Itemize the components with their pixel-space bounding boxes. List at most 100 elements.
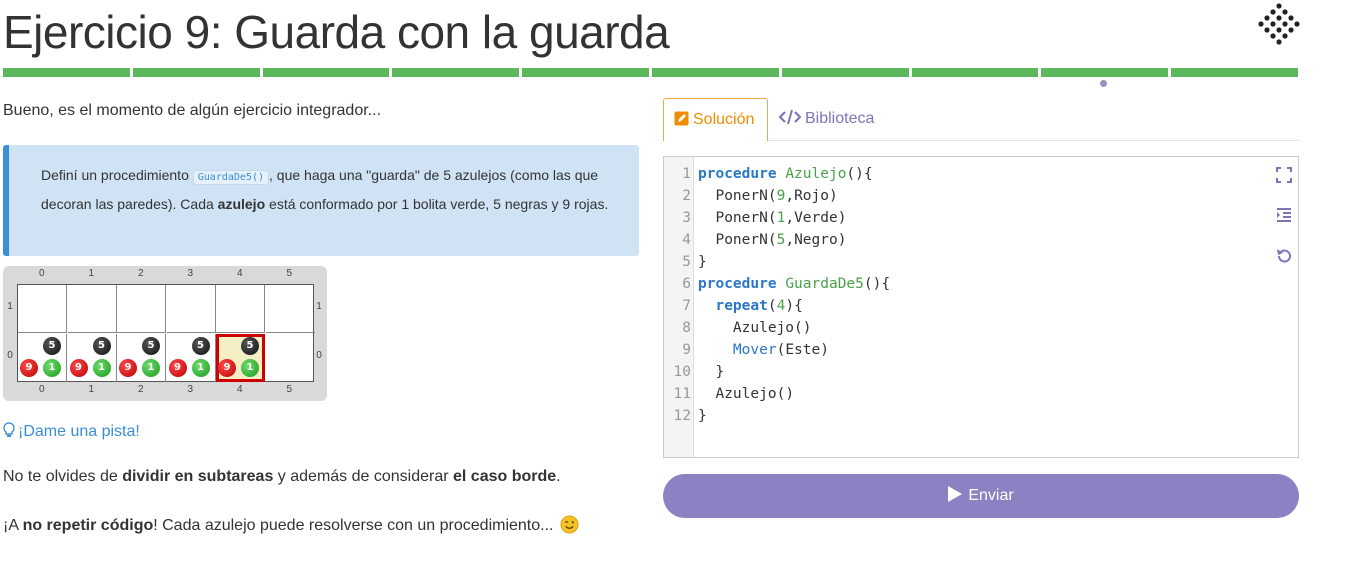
board-col-label: 0 [38, 384, 45, 395]
code-icon [779, 109, 801, 125]
progress-segment[interactable] [262, 68, 390, 77]
board-cell [67, 285, 117, 333]
code-text[interactable]: Azulejo() [691, 317, 812, 339]
code-text[interactable]: procedure Azulejo(){ [691, 163, 873, 185]
progress-segment[interactable] [522, 68, 649, 77]
board-row-label: 0 [7, 349, 13, 361]
progress-segment[interactable] [1041, 68, 1169, 77]
submit-label[interactable]: Enviar [968, 487, 1013, 504]
board-col-label: 1 [88, 384, 95, 395]
progress-bar[interactable] [3, 68, 1298, 77]
code-text[interactable]: procedure GuardaDe5(){ [691, 273, 890, 295]
red-ball: 9 [119, 358, 137, 377]
code-line[interactable]: 11 Azulejo() [664, 383, 1298, 405]
green-ball: 1 [241, 358, 259, 377]
tip-paragraph: No te olvides de dividir en subtareas y … [3, 468, 561, 486]
code-text[interactable]: PonerN(5,Negro) [691, 229, 846, 251]
code-text[interactable]: PonerN(9,Rojo) [691, 185, 837, 207]
line-number: 10 [673, 364, 691, 380]
progress-segment[interactable] [132, 68, 260, 77]
code-line[interactable]: 1 procedure Azulejo(){ [664, 163, 1298, 185]
line-number: 5 [682, 254, 691, 270]
procedure-code: GuardaDe5() [192, 170, 269, 185]
code-text[interactable]: repeat(4){ [691, 295, 802, 317]
black-ball: 5 [241, 336, 259, 355]
progress-segment[interactable] [3, 68, 130, 77]
hint-link[interactable]: ¡Dame una pista! [3, 422, 140, 441]
code-line[interactable]: 3 PonerN(1,Verde) [664, 207, 1298, 229]
board-row-label: 1 [316, 301, 322, 313]
progress-current-marker [1100, 80, 1107, 87]
tab-biblioteca[interactable]: Biblioteca [769, 98, 884, 141]
reset-icon[interactable] [1275, 247, 1293, 265]
lightbulb-icon [3, 422, 15, 437]
black-ball: 5 [191, 336, 210, 355]
red-ball: 9 [168, 358, 187, 377]
submit-button[interactable]: Enviar [663, 474, 1299, 518]
red-ball: 9 [218, 358, 236, 377]
line-number: 7 [682, 298, 691, 314]
progress-segment[interactable] [911, 68, 1039, 77]
code-editor[interactable]: 1 procedure Azulejo(){2 PonerN(9,Rojo) 3 P… [663, 156, 1299, 458]
tip-text: ! Cada azulejo puede resolverse con un p… [153, 517, 558, 534]
page-title: Ejercicio 9: Guarda con la guarda [3, 6, 670, 58]
code-line[interactable]: 4 PonerN(5,Negro) [664, 229, 1298, 251]
tab-label[interactable]: Biblioteca [805, 110, 874, 127]
board-col-label: 3 [187, 384, 194, 395]
board-cell: 591 [18, 333, 67, 382]
hint-label[interactable]: ¡Dame una pista! [18, 423, 140, 440]
line-number: 2 [682, 188, 691, 204]
board-col-label: 0 [38, 268, 45, 279]
code-line[interactable]: 8 Azulejo() [664, 317, 1298, 339]
progress-segment[interactable] [651, 68, 779, 77]
board-col-label: 4 [236, 268, 243, 279]
board-cell: 591 [167, 333, 216, 382]
tip-text: ¡A [3, 517, 23, 534]
board-col-label: 3 [187, 268, 194, 279]
progress-segment[interactable] [392, 68, 520, 77]
code-text[interactable]: } [691, 405, 707, 427]
black-ball: 5 [43, 336, 61, 355]
statement-bold: azulejo [217, 196, 266, 212]
board-cell [266, 334, 315, 382]
line-number: 1 [682, 166, 691, 182]
board-row-label: 1 [7, 301, 13, 313]
code-line[interactable]: 5} [664, 251, 1298, 273]
green-ball: 1 [191, 358, 210, 377]
line-number: 9 [682, 342, 691, 358]
board-cell [18, 285, 67, 333]
tab-label[interactable]: Solución [693, 111, 754, 128]
code-line[interactable]: 6 procedure GuardaDe5(){ [664, 273, 1298, 295]
code-line[interactable]: 9 Mover(Este) [664, 339, 1298, 361]
code-line[interactable]: 7 repeat(4){ [664, 295, 1298, 317]
board-cell [216, 285, 265, 333]
tip-paragraph: ¡A no repetir código! Cada azulejo puede… [3, 515, 579, 535]
black-ball: 5 [92, 336, 111, 355]
board-col-label: 1 [88, 268, 95, 279]
indent-icon[interactable] [1275, 206, 1293, 224]
code-area[interactable]: 1 procedure Azulejo(){2 PonerN(9,Rojo) 3 P… [664, 163, 1298, 427]
tip-text: . [556, 468, 561, 485]
statement-text: Definí un procedimiento [41, 167, 193, 183]
edit-icon [674, 111, 689, 126]
board-cell: 591 [117, 333, 166, 382]
code-text[interactable]: Mover(Este) [691, 339, 829, 361]
code-text[interactable]: } [691, 361, 724, 383]
code-line[interactable]: 10 } [664, 361, 1298, 383]
code-text[interactable]: } [691, 251, 707, 273]
progress-segment[interactable] [1171, 68, 1298, 77]
tip-text: y además de considerar [273, 468, 454, 485]
progress-segment[interactable] [781, 68, 909, 77]
code-line[interactable]: 12} [664, 405, 1298, 427]
line-number: 3 [682, 210, 691, 226]
intro-text: Bueno, es el momento de algún ejercicio … [3, 102, 382, 119]
green-ball: 1 [92, 358, 111, 377]
tab-solucion[interactable]: Solución [663, 98, 768, 141]
fullscreen-icon[interactable] [1275, 166, 1293, 184]
editor-tabs: Solución Biblioteca [663, 98, 1299, 141]
code-line[interactable]: 2 PonerN(9,Rojo) [664, 185, 1298, 207]
code-text[interactable]: PonerN(1,Verde) [691, 207, 846, 229]
board-cell [117, 285, 166, 333]
statement-text: está conformado por 1 bolita verde, 5 ne… [265, 196, 609, 212]
code-text[interactable]: Azulejo() [691, 383, 794, 405]
